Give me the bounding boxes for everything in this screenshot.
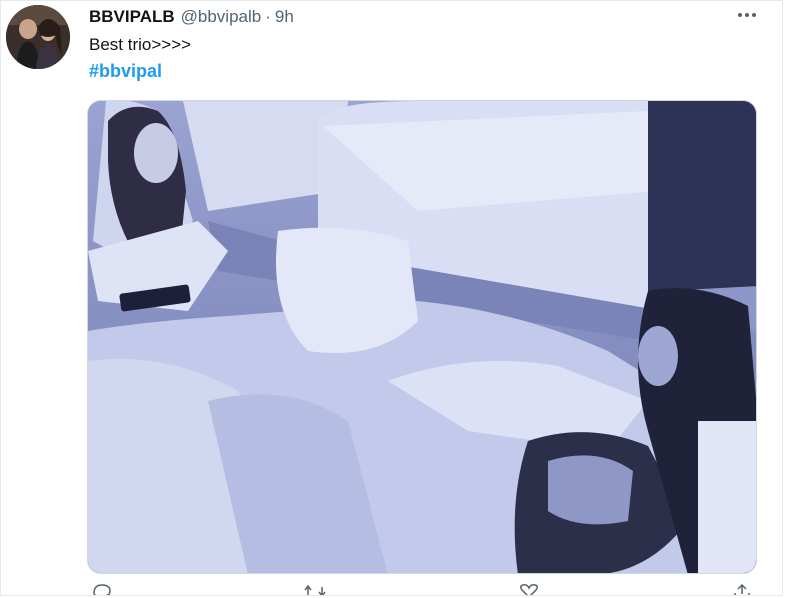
display-name[interactable]: BBVIPALB (89, 7, 175, 27)
reply-icon[interactable] (91, 583, 113, 595)
tweet-header: BBVIPALB @bbvipalb · 9h (89, 7, 294, 29)
hashtag-link[interactable]: #bbvipal (89, 61, 162, 82)
share-icon[interactable] (731, 583, 753, 595)
avatar[interactable] (6, 5, 70, 69)
more-horizontal-icon[interactable] (734, 5, 760, 25)
separator-dot: · (265, 7, 271, 26)
user-handle[interactable]: @bbvipalb (181, 7, 262, 27)
retweet-icon[interactable] (304, 583, 326, 595)
tweet-media-image[interactable] (87, 100, 757, 574)
like-icon[interactable] (518, 583, 540, 595)
timestamp[interactable]: 9h (275, 7, 294, 27)
tweet-text: Best trio>>>> (89, 35, 192, 54)
tweet-card[interactable]: BBVIPALB @bbvipalb · 9h Best trio>>>> #b… (0, 0, 783, 596)
tweet-actions (87, 583, 757, 595)
